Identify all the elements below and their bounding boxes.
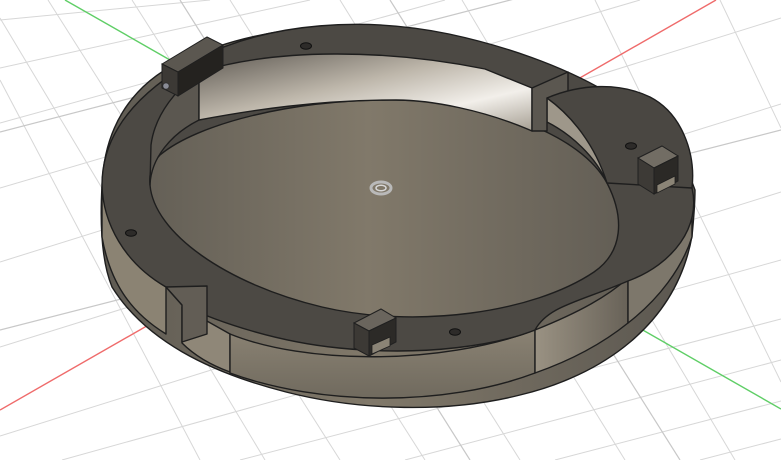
mount-hole[interactable] xyxy=(300,42,312,50)
3d-scene[interactable] xyxy=(0,0,781,460)
cad-viewport[interactable] xyxy=(0,0,781,460)
mount-hole[interactable] xyxy=(449,328,461,336)
mount-hole[interactable] xyxy=(125,229,137,237)
ring-model[interactable] xyxy=(100,23,696,409)
mount-hole[interactable] xyxy=(625,142,637,150)
